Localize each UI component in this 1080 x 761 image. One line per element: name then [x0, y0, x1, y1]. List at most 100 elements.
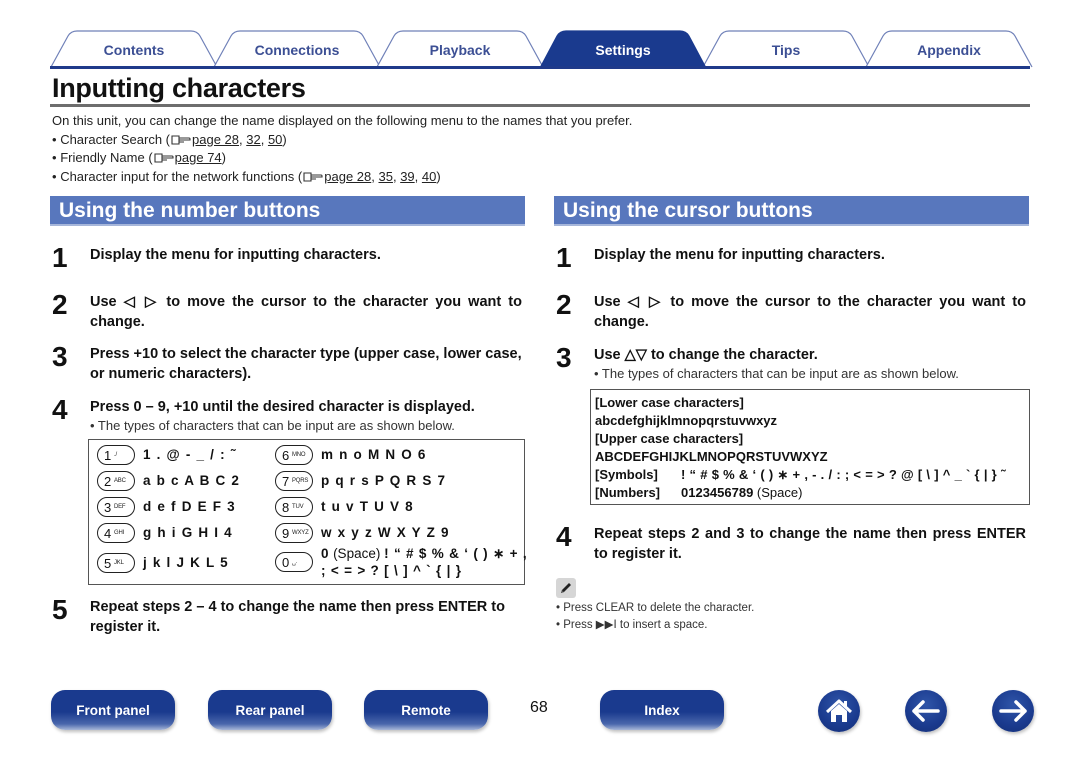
step-text: Use ◁ ▷ to move the cursor to the charac… — [90, 294, 522, 330]
tab-label: Tips — [771, 42, 801, 58]
key-number: 8 — [282, 500, 290, 515]
notes: • Press CLEAR to delete the character. •… — [556, 600, 754, 634]
number-key-6: 6 MNO — [275, 445, 313, 465]
number-key-4: 4 GHI — [97, 523, 135, 543]
step-text: Repeat steps 2 and 3 to change the name … — [594, 526, 1026, 562]
back-button[interactable] — [905, 690, 947, 732]
key-letters: ./ — [114, 452, 117, 458]
page-link[interactable]: page 28 — [192, 132, 239, 147]
key-number: 9 — [282, 526, 290, 541]
key-characters: m n o M N O 6 — [321, 447, 427, 462]
key-characters: t u v T U V 8 — [321, 499, 414, 514]
close-paren: ) — [282, 131, 287, 147]
bullet: • — [52, 131, 57, 147]
step-subtext: • The types of characters that can be in… — [90, 418, 455, 433]
character-set-box: [Lower case characters] abcdefghijklmnop… — [590, 389, 1030, 505]
intro-item: • Character Search (page 28, 32, 50) — [52, 131, 632, 150]
key-letters: GHI — [114, 530, 125, 536]
page-link[interactable]: 32 — [246, 132, 260, 147]
step-text: Press 0 – 9, +10 until the desired chara… — [90, 399, 475, 415]
tab-contents[interactable]: Contents — [50, 30, 218, 68]
page-link[interactable]: page 74 — [175, 150, 222, 165]
step-number: 5 — [52, 594, 68, 625]
tab-tips[interactable]: Tips — [702, 30, 870, 68]
page-reference-icon — [154, 153, 174, 163]
tab-appendix[interactable]: Appendix — [865, 30, 1033, 68]
symbols-label: [Symbols] — [595, 467, 658, 482]
tab-settings[interactable]: Settings — [539, 30, 707, 68]
page-number: 68 — [530, 699, 548, 716]
page-title: Inputting characters — [52, 73, 306, 103]
front-panel-button[interactable]: Front panel — [51, 690, 175, 730]
rear-panel-button[interactable]: Rear panel — [208, 690, 332, 730]
tab-playback[interactable]: Playback — [376, 30, 544, 68]
key-letters: MNO — [292, 452, 306, 458]
step-number: 3 — [556, 342, 572, 373]
tab-label: Appendix — [917, 42, 981, 58]
key-number: 0 — [282, 555, 290, 570]
step-number: 4 — [52, 394, 68, 425]
section-heading-number-buttons: Using the number buttons — [50, 196, 525, 226]
page-link[interactable]: 39 — [400, 169, 414, 184]
step-text: Repeat steps 2 – 4 to change the name th… — [90, 599, 505, 635]
page-link[interactable]: 35 — [378, 169, 392, 184]
key-characters: j k l J K L 5 — [143, 555, 229, 570]
key-letters: DEF — [114, 504, 126, 510]
page-link[interactable]: 50 — [268, 132, 282, 147]
upper-case-label: [Upper case characters] — [595, 431, 744, 446]
key-number: 7 — [282, 474, 290, 489]
bullet: • — [52, 150, 57, 165]
pencil-note-icon — [556, 578, 576, 598]
key-letters: JKL — [114, 560, 124, 566]
lower-case-label: [Lower case characters] — [595, 395, 744, 410]
title-divider — [50, 104, 1030, 107]
key-number: 2 — [104, 474, 112, 489]
tab-baseline — [50, 66, 1030, 69]
remote-button[interactable]: Remote — [364, 690, 488, 730]
key-characters: w x y z W X Y Z 9 — [321, 525, 450, 540]
tab-label: Contents — [103, 42, 165, 58]
number-key-9: 9 WXYZ — [275, 523, 313, 543]
step-number: 2 — [556, 289, 572, 320]
key-characters: d e f D E F 3 — [143, 499, 236, 514]
page-link[interactable]: 40 — [422, 169, 436, 184]
separator: , — [414, 168, 422, 184]
key-letters: PQRS — [292, 478, 309, 484]
intro-text: On this unit, you can change the name di… — [52, 113, 633, 128]
step-number: 1 — [556, 242, 572, 273]
intro-item: • Character input for the network functi… — [52, 168, 632, 187]
tab-label: Settings — [595, 42, 651, 58]
forward-button[interactable] — [992, 690, 1034, 732]
chars-bold: ! “ # $ % & ‘ ( ) ∗ + , — [384, 546, 528, 561]
key-characters: a b c A B C 2 — [143, 473, 241, 488]
forward-arrow-icon — [999, 700, 1027, 722]
numbers-row: [Numbers] 0123456789 (Space) — [595, 484, 1029, 502]
key-letters: ABC — [114, 478, 126, 484]
index-button[interactable]: Index — [600, 690, 724, 730]
number-key-3: 3 DEF — [97, 497, 135, 517]
key-characters: p q r s P Q R S 7 — [321, 473, 447, 488]
bullet: • — [52, 168, 57, 184]
numbers-label: [Numbers] — [595, 485, 661, 500]
number-key-2: 2 ABC — [97, 471, 135, 491]
step-text-block: Use △▽ to change the character. • The ty… — [594, 345, 1026, 382]
step-text-block: Press 0 – 9, +10 until the desired chara… — [90, 397, 522, 434]
close-paren: ) — [436, 168, 441, 184]
step-text: Display the menu for inputting character… — [90, 247, 381, 263]
key-letters: ␣· — [292, 560, 298, 566]
upper-case-chars: ABCDEFGHIJKLMNOPQRSTUVWXYZ — [595, 449, 828, 464]
tab-connections[interactable]: Connections — [213, 30, 381, 68]
number-key-table: 1 ./ 1 . @ - _ / : ˜ 2 ABC a b c A B C 2 3… — [88, 439, 528, 585]
home-button[interactable] — [818, 690, 860, 732]
key-letters: WXYZ — [292, 530, 309, 536]
tab-label: Connections — [254, 42, 340, 58]
note-item: • Press CLEAR to delete the character. — [556, 602, 755, 614]
key-number: 6 — [282, 448, 290, 463]
step-subtext: • The types of characters that can be in… — [594, 366, 959, 381]
page-link[interactable]: page 28 — [324, 169, 371, 184]
numbers-chars: 0123456789 — [681, 485, 754, 500]
key-number: 4 — [104, 526, 112, 541]
section-heading-cursor-buttons: Using the cursor buttons — [554, 196, 1029, 226]
intro-item-label: Character Search ( — [60, 131, 171, 147]
symbols-row: [Symbols] ! “ # $ % & ‘ ( ) ∗ + , - . / :… — [595, 466, 1029, 484]
